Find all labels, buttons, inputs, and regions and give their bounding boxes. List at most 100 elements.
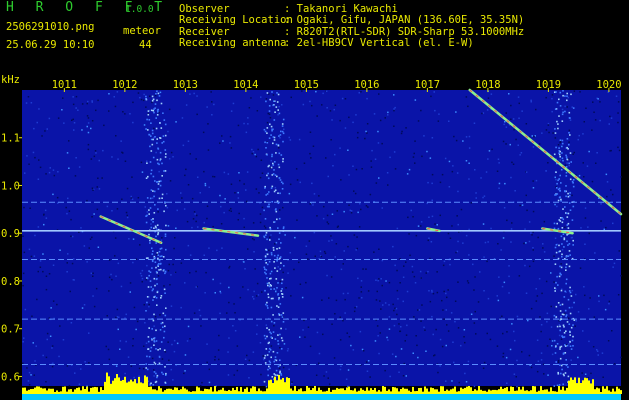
column-speck xyxy=(155,271,158,273)
noise-speck xyxy=(269,117,272,119)
column-speck xyxy=(277,340,279,342)
column-speck xyxy=(155,117,157,119)
noise-speck xyxy=(170,151,173,154)
column-speck xyxy=(153,337,156,339)
noise-speck xyxy=(146,264,148,267)
noise-speck xyxy=(59,249,61,251)
noise-speck xyxy=(618,149,621,152)
noise-speck xyxy=(549,338,551,340)
level-bar xyxy=(482,390,484,394)
noise-speck xyxy=(108,276,111,279)
noise-speck xyxy=(336,210,338,212)
column-speck xyxy=(565,263,568,266)
column-speck xyxy=(568,162,570,165)
noise-speck xyxy=(24,308,27,311)
level-bar xyxy=(142,383,144,394)
level-bar xyxy=(242,391,244,394)
noise-speck xyxy=(519,204,521,207)
noise-speck xyxy=(571,194,573,197)
column-speck xyxy=(565,212,568,215)
noise-speck xyxy=(149,95,151,97)
column-speck xyxy=(561,152,563,154)
noise-speck xyxy=(339,368,342,371)
noise-speck xyxy=(88,362,90,364)
level-bar xyxy=(100,387,102,394)
column-speck xyxy=(272,249,275,251)
noise-speck xyxy=(110,273,112,276)
noise-speck xyxy=(196,214,198,217)
column-speck xyxy=(280,372,282,375)
noise-speck xyxy=(186,220,189,223)
column-speck xyxy=(151,253,154,255)
column-speck xyxy=(570,93,572,96)
column-speck xyxy=(569,341,571,343)
noise-speck xyxy=(228,286,230,289)
noise-speck xyxy=(325,371,328,373)
noise-speck xyxy=(532,210,535,213)
level-bar xyxy=(390,391,392,394)
noise-speck xyxy=(251,237,254,240)
noise-speck xyxy=(445,309,447,311)
noise-speck xyxy=(468,135,471,138)
column-speck xyxy=(565,166,568,168)
noise-speck xyxy=(423,135,425,137)
noise-speck xyxy=(32,151,35,154)
level-bar xyxy=(348,386,350,394)
noise-speck xyxy=(596,152,598,154)
level-bar xyxy=(564,390,566,394)
column-speck xyxy=(265,147,267,149)
noise-speck xyxy=(589,297,591,299)
noise-speck xyxy=(319,250,322,253)
noise-speck xyxy=(284,234,286,236)
noise-speck xyxy=(309,345,312,348)
spectrogram-field xyxy=(22,90,621,386)
column-speck xyxy=(155,242,157,244)
noise-speck xyxy=(83,304,86,306)
noise-speck xyxy=(224,198,226,200)
level-bar xyxy=(560,389,562,394)
noise-speck xyxy=(234,192,236,194)
x-tick-label: 1014 xyxy=(233,79,258,91)
noise-speck xyxy=(133,376,135,379)
noise-speck xyxy=(525,242,527,244)
column-speck xyxy=(153,371,156,373)
column-speck xyxy=(270,297,273,300)
level-bar xyxy=(442,386,444,394)
column-speck xyxy=(558,98,560,101)
column-speck xyxy=(555,251,558,254)
noise-speck xyxy=(160,239,163,242)
level-bar xyxy=(240,387,242,394)
noise-speck xyxy=(87,143,90,146)
column-speck xyxy=(568,323,571,325)
noise-speck xyxy=(230,147,233,149)
column-speck xyxy=(162,326,164,328)
column-speck xyxy=(278,298,280,301)
noise-speck xyxy=(38,108,40,110)
noise-speck xyxy=(233,374,235,376)
noise-speck xyxy=(505,143,507,145)
noise-speck xyxy=(125,313,127,316)
column-speck xyxy=(556,275,558,278)
column-speck xyxy=(559,217,562,219)
noise-speck xyxy=(382,304,384,306)
noise-speck xyxy=(77,109,79,111)
noise-speck xyxy=(617,294,620,296)
level-bar xyxy=(382,386,384,394)
noise-speck xyxy=(448,160,451,163)
level-bar xyxy=(206,389,208,394)
column-speck xyxy=(278,135,280,137)
column-speck xyxy=(147,348,150,350)
column-speck xyxy=(278,166,281,169)
level-bar xyxy=(562,386,564,394)
column-speck xyxy=(279,179,282,181)
noise-speck xyxy=(532,146,535,148)
noise-speck xyxy=(348,174,350,176)
noise-speck xyxy=(511,222,513,224)
noise-speck xyxy=(315,90,317,93)
level-bar xyxy=(194,391,196,394)
noise-speck xyxy=(386,172,389,174)
noise-speck xyxy=(428,290,430,292)
noise-speck xyxy=(174,271,177,274)
column-speck xyxy=(569,331,571,333)
noise-speck xyxy=(597,354,599,356)
